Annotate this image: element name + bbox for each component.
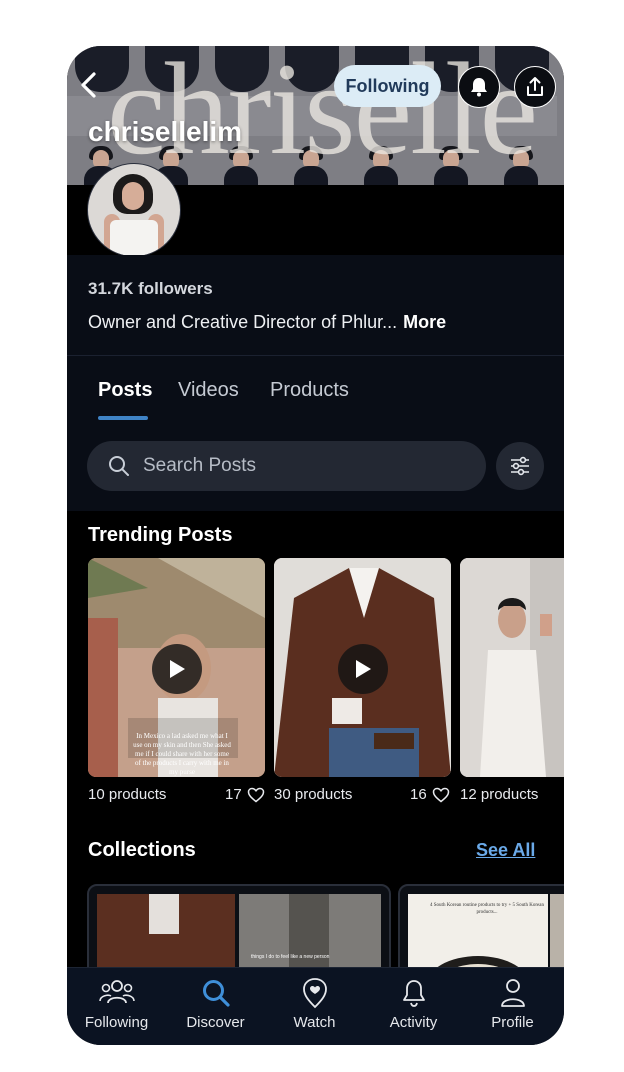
back-button[interactable]	[75, 68, 105, 102]
bell-icon	[402, 980, 425, 1007]
heart-icon	[247, 787, 264, 802]
post-product-count: 30 products	[274, 786, 353, 803]
nav-profile[interactable]: Profile	[463, 976, 562, 1031]
people-icon	[98, 980, 135, 1004]
sliders-icon	[511, 456, 529, 476]
nav-label: Profile	[491, 1014, 534, 1031]
search-input[interactable]	[141, 454, 475, 478]
tab-videos[interactable]: Videos	[178, 379, 239, 402]
play-button[interactable]	[338, 644, 388, 694]
play-button[interactable]	[152, 644, 202, 694]
content-tabs: Posts Videos Products	[67, 355, 564, 423]
active-tab-indicator	[98, 416, 148, 420]
like-count: 17	[225, 786, 242, 803]
chevron-left-icon	[81, 72, 96, 98]
profile-info: 31.7K followers Owner and Creative Direc…	[67, 255, 564, 355]
heart-icon	[432, 787, 449, 802]
nav-activity[interactable]: Activity	[364, 976, 463, 1031]
post-likes[interactable]: 16	[410, 786, 450, 803]
bio-more-link[interactable]: More	[403, 312, 446, 332]
filter-button[interactable]	[496, 442, 544, 490]
notifications-button[interactable]	[458, 66, 500, 108]
search-area	[67, 421, 564, 511]
like-count: 16	[410, 786, 427, 803]
tab-posts[interactable]: Posts	[98, 379, 152, 402]
post-product-count: 10 products	[88, 786, 167, 803]
post-likes[interactable]: 17	[225, 786, 265, 803]
search-icon	[109, 456, 129, 476]
nav-label: Following	[84, 1014, 149, 1031]
play-icon	[356, 660, 371, 678]
app-screen: chriselle chrisellelim Following 31.7K f…	[67, 46, 564, 1045]
share-upload-icon	[527, 77, 543, 96]
share-button[interactable]	[514, 66, 556, 108]
search-icon	[202, 980, 230, 1007]
followers-count: 31.7K followers	[88, 279, 213, 298]
bell-icon	[471, 78, 487, 97]
trending-post-card[interactable]	[460, 558, 564, 777]
nav-watch[interactable]: Watch	[265, 976, 364, 1031]
nav-discover[interactable]: Discover	[166, 976, 265, 1031]
trending-posts-title: Trending Posts	[88, 524, 233, 546]
collections-title: Collections	[88, 839, 196, 861]
profile-avatar[interactable]	[87, 163, 181, 257]
post-product-count: 12 products	[460, 786, 539, 803]
collection-caption: 4 South Korean routine products to try +…	[430, 903, 544, 915]
profile-bio: Owner and Creative Director of Phlur... M…	[88, 312, 446, 333]
tab-products[interactable]: Products	[270, 379, 349, 402]
person-icon	[500, 979, 525, 1007]
trending-post-card[interactable]	[274, 558, 451, 777]
nav-following[interactable]: Following	[67, 976, 166, 1031]
nav-label: Watch	[293, 1014, 336, 1031]
search-bar[interactable]	[87, 441, 486, 491]
play-icon	[170, 660, 185, 678]
post-thumbnail	[460, 558, 564, 777]
nav-label: Discover	[186, 1014, 245, 1031]
bio-text: Owner and Creative Director of Phlur...	[88, 312, 398, 332]
heart-pin-icon	[302, 978, 327, 1009]
profile-username: chrisellelim	[88, 116, 243, 147]
bottom-navigation: Following Discover Watch Activity Profil…	[67, 967, 564, 1045]
collection-caption: things I do to feel like a new person	[251, 954, 330, 960]
following-button[interactable]: Following	[334, 65, 441, 107]
see-all-link[interactable]: See All	[476, 840, 535, 861]
post-overlay-text: In Mexico a lad asked me what I use on m…	[133, 732, 231, 776]
nav-label: Activity	[389, 1014, 438, 1031]
trending-post-card[interactable]: In Mexico a lad asked me what I use on m…	[88, 558, 265, 777]
